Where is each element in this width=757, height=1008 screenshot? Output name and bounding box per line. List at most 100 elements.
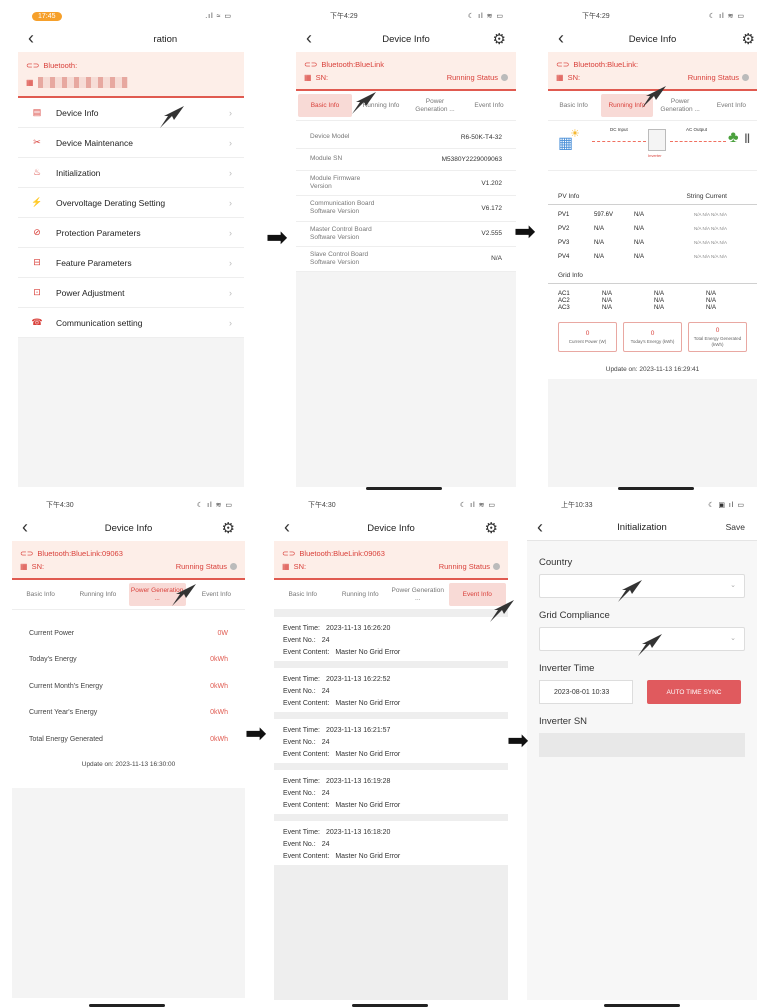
event-card: Event Time: 2023-11-13 16:19:28 Event No.:… xyxy=(274,770,508,814)
event-time-label: Event Time: xyxy=(283,726,320,734)
power-key: Current Month's Energy xyxy=(29,682,103,690)
grid-value: N/A xyxy=(654,291,665,297)
running-status[interactable]: Running Status xyxy=(439,562,500,571)
sn-row: ▦ xyxy=(26,75,236,89)
grid-compliance-label: Grid Compliance xyxy=(539,610,610,621)
device-bluetooth-panel: ⊂⊃ Bluetooth: ▦ xyxy=(18,52,244,98)
power-key: Current Year's Energy xyxy=(29,709,98,717)
power-row: Current Month's Energy 0kWh xyxy=(12,673,245,700)
power-key: Total Energy Generated xyxy=(29,735,103,743)
tab-basic-info[interactable]: Basic Info xyxy=(274,580,332,609)
pointer-cursor-icon xyxy=(638,634,662,656)
sn-label-group: ▦ SN: xyxy=(556,73,580,82)
screen-device-info-event: 下午4:30 ☾ ıl ≋ ▭ ‹ Device Info ⚙ ⊂⊃ Blueto… xyxy=(274,495,508,1000)
status-indicator-icon xyxy=(493,562,500,570)
info-key: Slave Control Board Software Version xyxy=(310,250,369,266)
event-time-row: Event Time: 2023-11-13 16:26:20 xyxy=(283,622,499,634)
power-row: Total Energy Generated 0kWh xyxy=(12,726,245,753)
dc-input-label: DC Input xyxy=(610,127,628,132)
info-row: Slave Control Board Software Version N/A xyxy=(296,247,516,272)
chevron-right-icon: › xyxy=(229,197,232,208)
tab-bar: Basic Info Running Info Power Generation… xyxy=(274,580,508,610)
link-icon: ⊂⊃ xyxy=(304,59,318,69)
status-icons: ☾ ıl ≋ ▭ xyxy=(459,502,496,509)
blurred-sn xyxy=(37,76,128,88)
gear-icon[interactable]: ⚙ xyxy=(222,519,235,537)
tab-power-generation[interactable]: Power Generation ... xyxy=(389,580,447,609)
flow-arrow-icon: ➡ xyxy=(245,718,267,748)
auto-time-sync-button[interactable]: AUTO TIME SYNC xyxy=(647,680,741,704)
status-time: 下午4:30 xyxy=(46,502,74,509)
screen-remote-configuration: 17:45 .ıl ≈ ▭ ‹ Remote Configuration ⊂⊃ … xyxy=(18,6,244,487)
menu-item[interactable]: ⊘ Protection Parameters › xyxy=(18,218,244,248)
power-value: 0kWh xyxy=(210,656,228,664)
energy-summary-label: Total Energy Generated (kWh) xyxy=(693,336,742,347)
dc-flow-line xyxy=(592,141,646,142)
status-time: 下午4:29 xyxy=(330,13,358,20)
menu-item-label: Initialization xyxy=(56,167,101,178)
running-status[interactable]: Running Status xyxy=(176,562,237,571)
bluetooth-label: Bluetooth: xyxy=(43,60,78,70)
page-title: Device Info xyxy=(367,522,415,534)
sn-label-group: ▦ SN: xyxy=(20,562,44,571)
pointer-cursor-icon xyxy=(642,86,666,108)
pv-name: PV2 xyxy=(558,226,570,232)
tab-event-info[interactable]: Event Info xyxy=(706,91,757,120)
basic-info-list: Device Model R6-50K-T4-32 Module SN M5380Y2… xyxy=(296,121,516,272)
tab-basic-info[interactable]: Basic Info xyxy=(12,580,69,609)
inverter-sn-field[interactable] xyxy=(539,733,745,757)
status-icons: .ıl ≈ ▭ xyxy=(205,13,232,20)
inverter-time-input[interactable]: 2023-08-01 10:33 xyxy=(539,680,633,704)
menu-item[interactable]: ⊡ Power Adjustment › xyxy=(18,278,244,308)
event-content-value: Master No Grid Error xyxy=(335,801,401,809)
grid-value: N/A xyxy=(654,298,665,304)
back-icon[interactable]: ‹ xyxy=(284,517,290,538)
menu-item[interactable]: ⊟ Feature Parameters › xyxy=(18,248,244,278)
pv-string-current: N/A N/A N/A N/A xyxy=(694,240,728,245)
energy-summary-value: 0 xyxy=(715,327,720,335)
grid-value: N/A xyxy=(654,305,665,311)
screen-device-info-power: 下午4:30 ☾ ıl ≋ ▭ ‹ Device Info ⚙ ⊂⊃ Blueto… xyxy=(12,495,245,998)
flow-arrow-icon: ➡ xyxy=(266,222,288,252)
status-icons: ☾ ıl ≋ ▭ xyxy=(467,13,504,20)
save-button[interactable]: Save xyxy=(726,522,745,532)
event-time-value: 2023-11-13 16:18:20 xyxy=(325,828,391,836)
status-bar: 下午4:30 ☾ ıl ≋ ▭ xyxy=(12,495,245,515)
pv-info-title: PV Info xyxy=(558,193,580,200)
gear-icon[interactable]: ⚙ xyxy=(742,30,755,48)
tab-basic-info[interactable]: Basic Info xyxy=(298,94,352,117)
gear-icon[interactable]: ⚙ xyxy=(485,519,498,537)
event-no-row: Event No.: 24 xyxy=(283,838,499,850)
grid-phase: AC3 xyxy=(558,305,570,311)
menu-item[interactable]: ☎ Communication setting › xyxy=(18,308,244,338)
menu-item[interactable]: ♨ Initialization › xyxy=(18,158,244,188)
sn-row: ▦ SN: Running Status xyxy=(20,559,237,573)
running-status[interactable]: Running Status xyxy=(688,73,749,82)
tab-power-generation[interactable]: Power Generation ... xyxy=(408,91,462,120)
nav-bar: ‹ Device Info ⚙ xyxy=(296,26,516,52)
event-time-label: Event Time: xyxy=(283,777,320,785)
back-icon[interactable]: ‹ xyxy=(306,28,312,49)
back-icon[interactable]: ‹ xyxy=(22,517,28,538)
event-time-label: Event Time: xyxy=(283,624,320,632)
info-key: Module Firmware Version xyxy=(310,175,361,191)
event-no-label: Event No.: xyxy=(283,687,316,695)
screen-device-info-basic: 下午4:29 ☾ ıl ≋ ▭ ‹ Device Info ⚙ ⊂⊃ Blueto… xyxy=(296,6,516,487)
status-indicator-icon xyxy=(501,73,508,81)
menu-item-label: Device Maintenance xyxy=(56,137,134,148)
menu-item[interactable]: ▤ Device Info › xyxy=(18,98,244,128)
running-status[interactable]: Running Status xyxy=(447,73,508,82)
back-icon[interactable]: ‹ xyxy=(537,517,543,538)
info-row: Module Firmware Version V1.202 xyxy=(296,171,516,197)
menu-item[interactable]: ✂ Device Maintenance › xyxy=(18,128,244,158)
tab-basic-info[interactable]: Basic Info xyxy=(548,91,599,120)
back-icon[interactable]: ‹ xyxy=(28,28,34,49)
gear-icon[interactable]: ⚙ xyxy=(493,30,506,48)
menu-item[interactable]: ⚡ Overvoltage Derating Setting › xyxy=(18,188,244,218)
tab-event-info[interactable]: Event Info xyxy=(462,91,516,120)
tab-running-info[interactable]: Running Info xyxy=(69,580,126,609)
page-title: Initialization xyxy=(617,522,667,533)
back-icon[interactable]: ‹ xyxy=(558,28,564,49)
event-no-label: Event No.: xyxy=(283,738,316,746)
tab-running-info[interactable]: Running Info xyxy=(332,580,390,609)
